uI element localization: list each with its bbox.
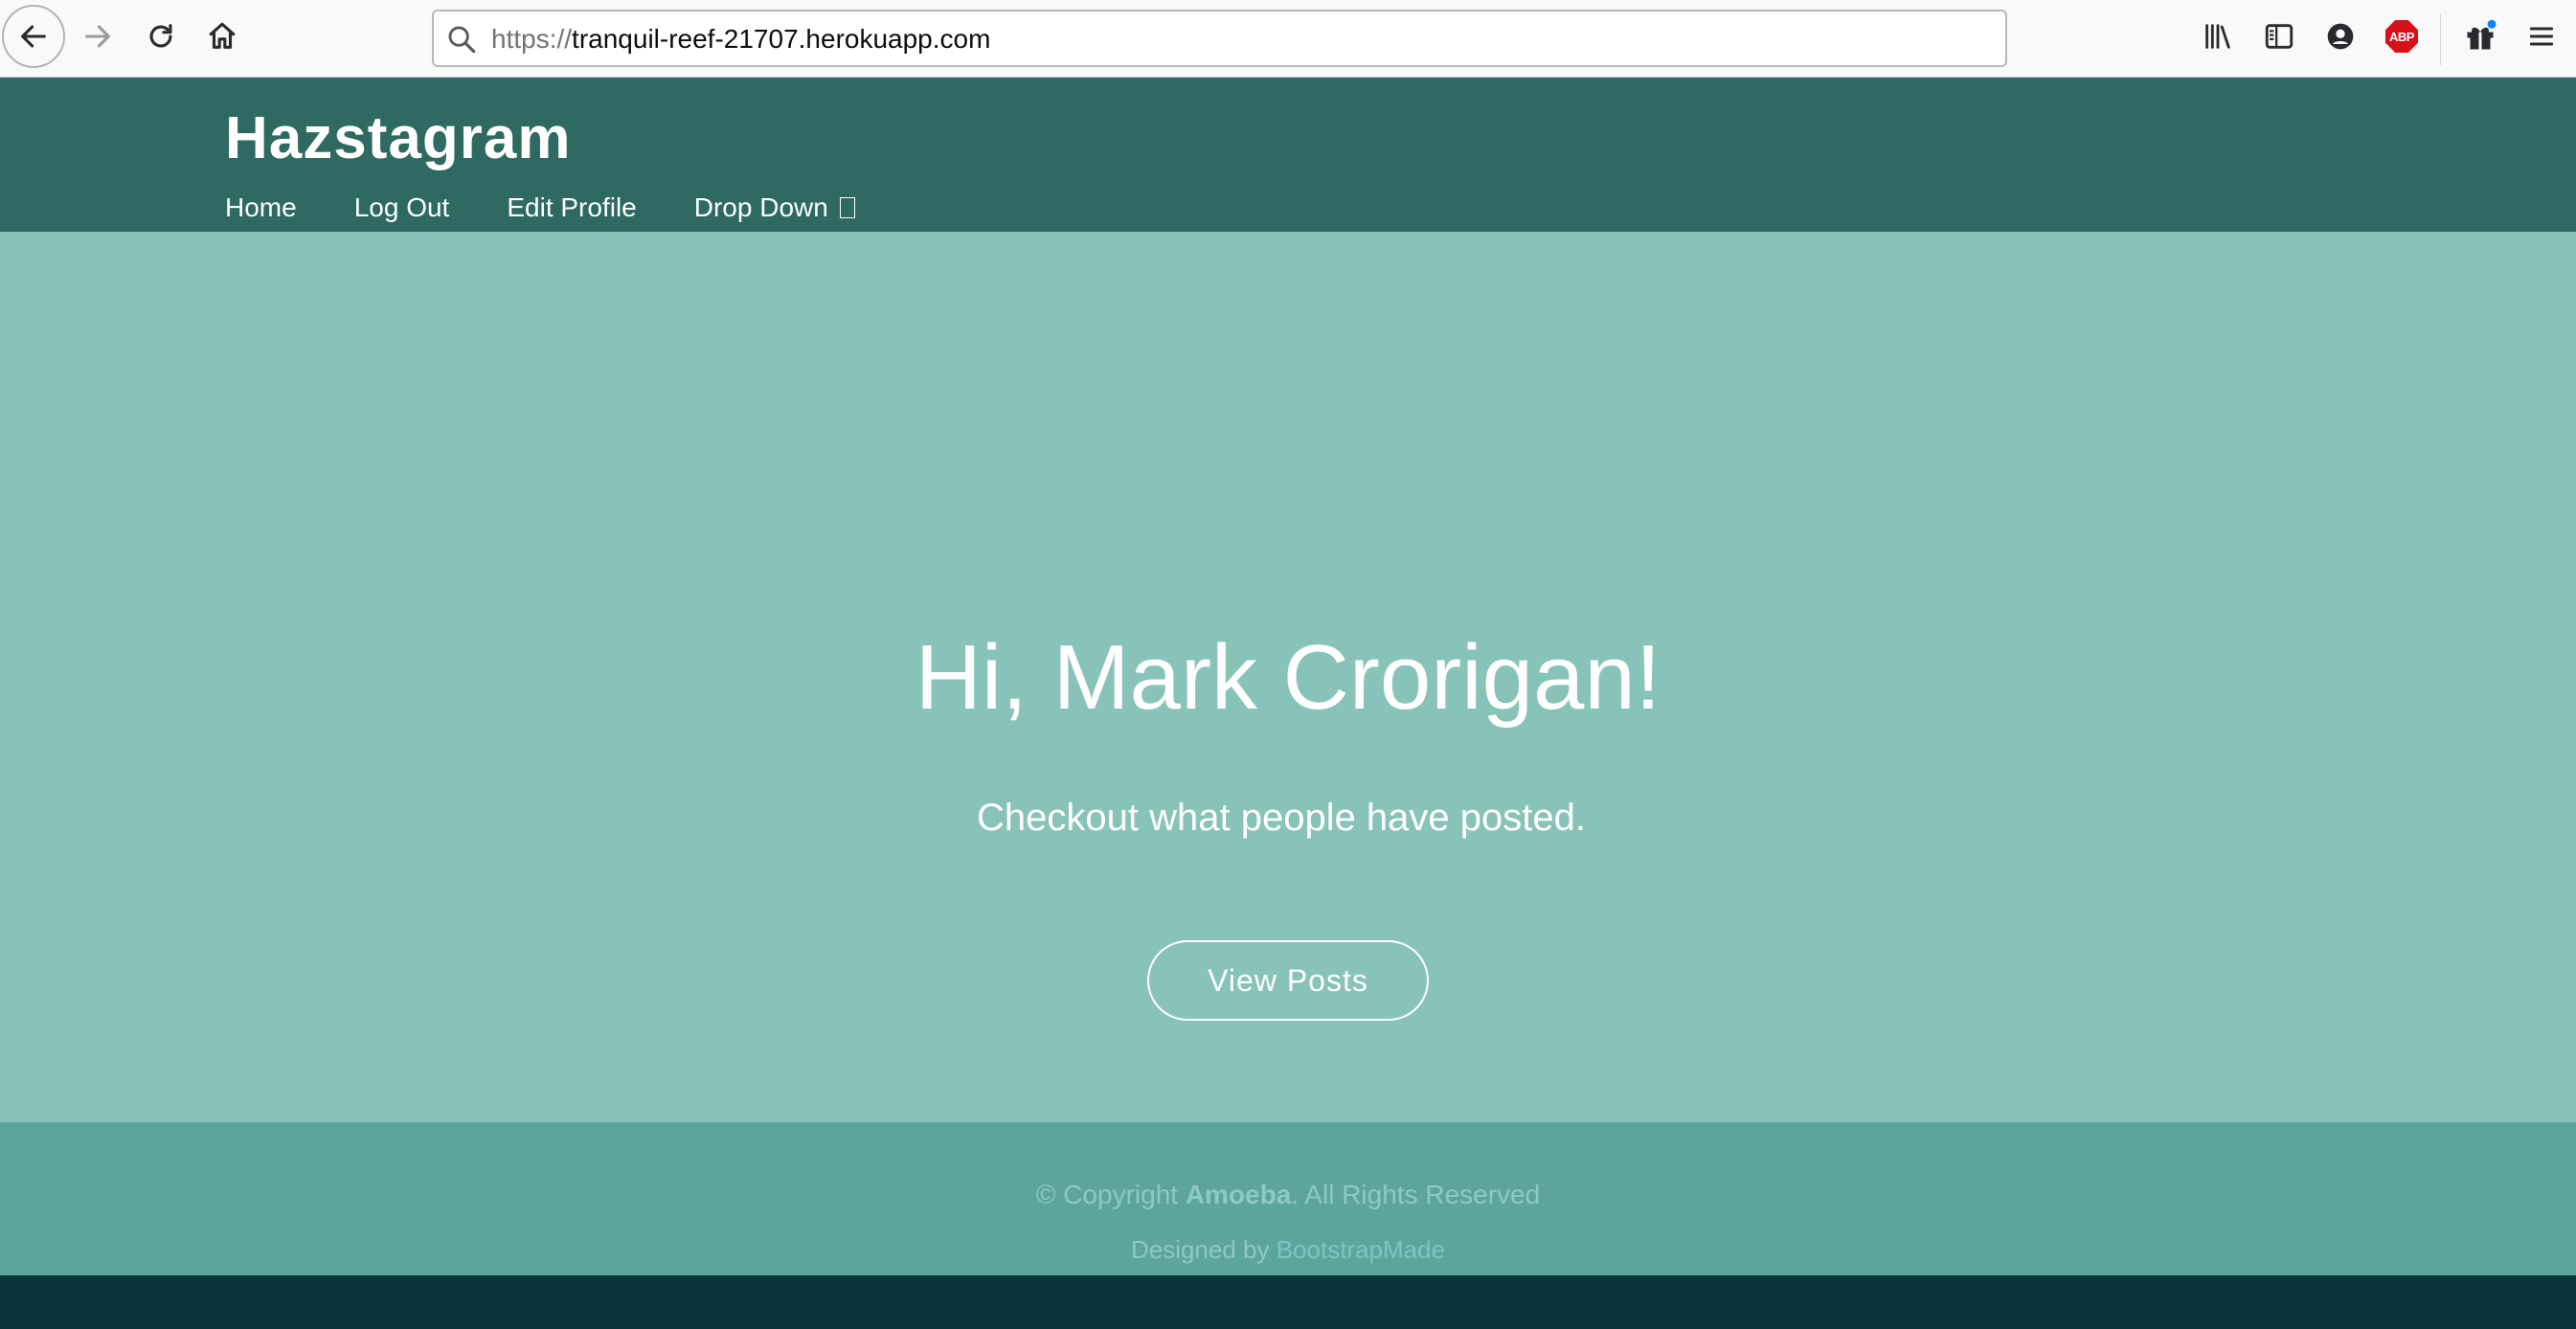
back-arrow-icon [21, 25, 46, 48]
nav-edit-profile[interactable]: Edit Profile [507, 192, 636, 223]
url-scheme: https:// [491, 24, 573, 54]
reload-button[interactable] [140, 15, 182, 57]
account-button[interactable] [2321, 17, 2360, 56]
library-icon [2205, 24, 2230, 49]
adblock-icon: ABP [2385, 20, 2418, 53]
designer-link[interactable]: BootstrapMade [1277, 1235, 1445, 1264]
missing-glyph-icon [839, 197, 855, 218]
company-name: Amoeba [1185, 1180, 1292, 1209]
nav-log-out[interactable]: Log Out [354, 192, 450, 223]
forward-arrow-icon [85, 25, 110, 48]
nav-drop-down[interactable]: Drop Down [694, 192, 855, 223]
hero-section: Hi, Mark Crorigan! Checkout what people … [0, 232, 2576, 1122]
toolbar-divider [2440, 13, 2441, 65]
library-button[interactable] [2199, 17, 2237, 56]
hamburger-menu-icon [2529, 27, 2554, 46]
bottom-bar [0, 1275, 2576, 1329]
url-bar[interactable]: https://tranquil-reef-21707.herokuapp.co… [432, 10, 2007, 67]
home-button[interactable] [201, 15, 243, 57]
url-host: tranquil-reef-21707.herokuapp.com [572, 24, 991, 54]
account-icon [2327, 23, 2354, 50]
home-icon [209, 22, 236, 49]
reload-icon [149, 24, 172, 48]
gift-button[interactable] [2461, 17, 2499, 56]
adblock-button[interactable]: ABP [2383, 17, 2421, 56]
copyright-text: © Copyright Amoeba. All Rights Reserved [0, 1180, 2576, 1210]
designed-by-label: Designed by [1130, 1235, 1277, 1264]
copyright-suffix: . All Rights Reserved [1291, 1180, 1541, 1209]
back-button[interactable] [2, 5, 65, 68]
app-menu-button[interactable] [2522, 17, 2561, 56]
search-icon [448, 26, 476, 54]
gift-icon [2467, 19, 2497, 50]
main-nav: Home Log Out Edit Profile Drop Down [225, 192, 913, 223]
nav-edit-profile-label: Edit Profile [507, 192, 637, 222]
site-footer: © Copyright Amoeba. All Rights Reserved … [0, 1122, 2576, 1275]
url-text: https://tranquil-reef-21707.herokuapp.co… [491, 23, 990, 56]
nav-log-out-label: Log Out [353, 192, 450, 222]
view-posts-button[interactable]: View Posts [1147, 940, 1429, 1021]
copyright-prefix: © Copyright [1035, 1180, 1186, 1209]
nav-drop-down-label: Drop Down [693, 192, 828, 222]
site-header: Hazstagram Home Log Out Edit Profile Dro… [0, 78, 2576, 232]
forward-button[interactable] [77, 15, 119, 57]
hero-title: Hi, Mark Crorigan! [915, 626, 1661, 729]
nav-home[interactable]: Home [225, 192, 297, 223]
credits-text: Designed by BootstrapMade [0, 1235, 2576, 1265]
sidebar-icon [2265, 24, 2294, 49]
sidebar-button[interactable] [2260, 17, 2298, 56]
browser-toolbar: https://tranquil-reef-21707.herokuapp.co… [0, 0, 2576, 78]
hero-subtitle: Checkout what people have posted. [977, 797, 1586, 839]
site-brand[interactable]: Hazstagram [225, 104, 571, 172]
nav-home-label: Home [225, 192, 297, 222]
